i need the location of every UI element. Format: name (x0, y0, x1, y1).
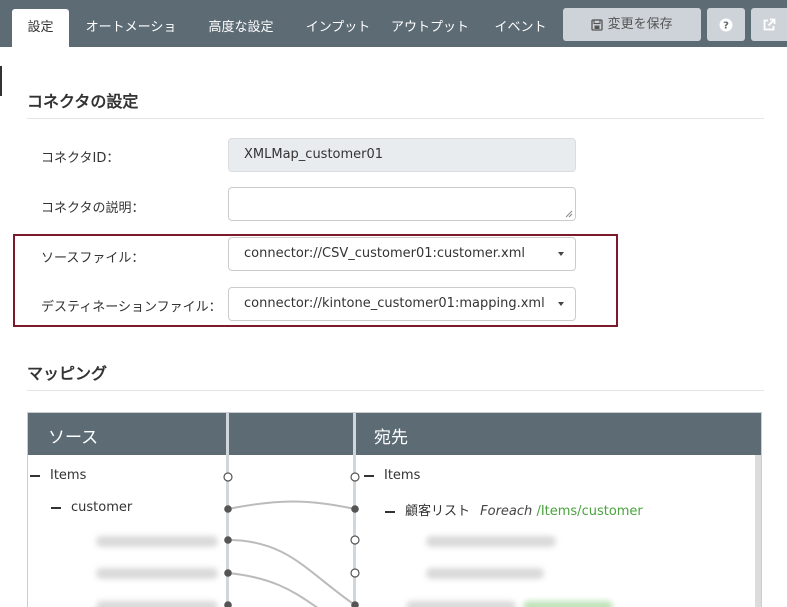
question-circle-icon: ? (719, 17, 733, 32)
tab-automation[interactable]: オートメーション (80, 9, 182, 73)
mapping-connections (223, 472, 360, 607)
chevron-down-icon (558, 252, 564, 256)
tab-input[interactable]: インプット (298, 9, 378, 47)
source-file-select[interactable]: connector://CSV_customer01:customer.xml (228, 237, 576, 271)
mapping-node (351, 505, 359, 513)
destination-file-value: connector://kintone_customer01:mapping.x… (244, 296, 545, 311)
popout-button[interactable] (751, 8, 787, 41)
mapping-title: マッピング (27, 364, 108, 383)
save-changes-button[interactable]: 変更を保存 (563, 8, 701, 41)
destination-file-label: デスティネーションファイル： (41, 300, 222, 315)
connector-description-label: コネクタの説明： (41, 201, 145, 216)
save-changes-label: 変更を保存 (607, 17, 673, 32)
svg-text:?: ? (723, 20, 729, 31)
mapping-line (227, 500, 356, 510)
mapping-node (350, 472, 360, 482)
connector-id-field[interactable]: XMLMap_customer01 (228, 138, 576, 172)
connector-id-label: コネクタID： (41, 151, 120, 166)
left-edge-marker (0, 66, 2, 96)
mapping-line (227, 572, 319, 607)
mapping-node (223, 472, 233, 482)
mapping-node (224, 505, 232, 513)
tab-settings[interactable]: 設定 (12, 9, 69, 47)
source-file-value: connector://CSV_customer01:customer.xml (244, 246, 526, 261)
tab-bar: 設定 オートメーション 高度な設定 インプット アウトプット イベント 変更を保… (0, 0, 787, 73)
external-link-icon (762, 17, 776, 32)
help-button[interactable]: ? (707, 8, 745, 41)
tab-output[interactable]: アウトプット (390, 9, 470, 47)
tab-advanced-settings[interactable]: 高度な設定 (196, 9, 286, 47)
mapping-node (224, 569, 232, 577)
mapping-line (227, 539, 356, 606)
destination-file-select[interactable]: connector://kintone_customer01:mapping.x… (228, 287, 576, 321)
mapping-node (224, 536, 232, 544)
mapping-node (224, 601, 232, 607)
mapping-node (350, 535, 360, 545)
connector-settings-title: コネクタの設定 (27, 92, 139, 111)
section-divider (27, 390, 764, 391)
save-icon (591, 17, 607, 32)
section-divider (27, 118, 764, 119)
tab-events[interactable]: イベント (488, 9, 553, 47)
mapping-node (350, 568, 360, 578)
resize-grip-icon[interactable] (565, 210, 573, 218)
chevron-down-icon (558, 302, 564, 306)
source-file-label: ソースファイル： (41, 251, 145, 266)
mapping-panel: ソース 宛先 Items customer Items 顧客リスト Foreac… (27, 412, 762, 607)
connector-description-field[interactable] (228, 187, 576, 221)
